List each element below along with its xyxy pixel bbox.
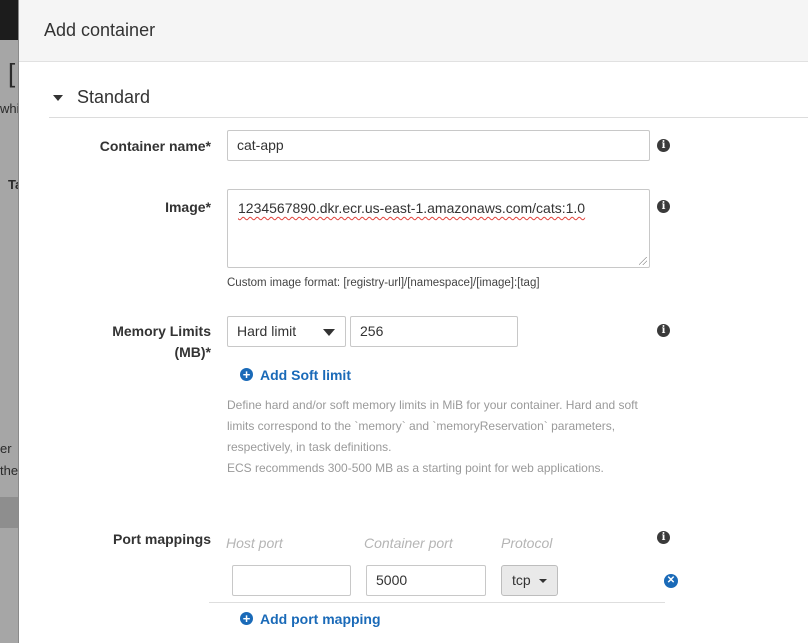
remove-port-mapping-icon[interactable]: ✕ [664, 574, 678, 588]
container-port-header: Container port [364, 535, 453, 551]
resize-handle[interactable] [639, 257, 647, 265]
memory-help-text: Define hard and/or soft memory limits in… [227, 395, 638, 479]
port-mappings-label: Port mappings [112, 531, 211, 547]
background-text: whi [0, 101, 18, 116]
caret-down-icon [53, 95, 63, 101]
add-port-mapping-label: Add port mapping [260, 611, 381, 627]
background-text: er [0, 441, 12, 456]
info-icon[interactable]: i [657, 200, 670, 213]
background-text: Ta [8, 177, 18, 192]
modal-title: Add container [19, 0, 808, 62]
info-icon[interactable]: i [657, 139, 670, 152]
container-name-input[interactable]: cat-app [227, 130, 650, 161]
help-line: respectively, in task definitions. [227, 440, 392, 454]
caret-down-icon [539, 579, 547, 583]
background-text: the [0, 463, 18, 478]
image-textarea[interactable]: 1234567890.dkr.ecr.us-east-1.amazonaws.c… [227, 189, 650, 268]
memory-limits-label-unit: (MB)* [174, 344, 211, 360]
protocol-header: Protocol [501, 535, 553, 551]
host-port-header: Host port [226, 535, 283, 551]
standard-section-toggle[interactable]: Standard [49, 85, 808, 118]
image-label: Image* [165, 199, 211, 215]
limit-type-value: Hard limit [237, 323, 297, 339]
add-container-modal: Add container Standard Container name* c… [18, 0, 808, 643]
image-format-hint: Custom image format: [registry-url]/[nam… [227, 277, 540, 289]
protocol-dropdown[interactable]: tcp [501, 565, 558, 596]
background-topbar [0, 0, 18, 40]
info-icon[interactable]: i [657, 324, 670, 337]
memory-limits-label: Memory Limits [112, 323, 211, 339]
background-text: [ [8, 58, 16, 88]
host-port-input[interactable] [232, 565, 351, 596]
image-value: 1234567890.dkr.ecr.us-east-1.amazonaws.c… [238, 200, 586, 216]
info-icon[interactable]: i [657, 531, 670, 544]
help-line: limits correspond to the `memory` and `m… [227, 419, 616, 433]
plus-circle-icon: + [240, 368, 253, 381]
protocol-value: tcp [512, 572, 531, 588]
add-soft-limit-label: Add Soft limit [260, 367, 351, 383]
row-divider [209, 602, 665, 603]
memory-limit-input[interactable]: 256 [350, 316, 518, 347]
container-name-label: Container name* [99, 138, 211, 154]
section-title: Standard [77, 87, 151, 107]
help-line: Define hard and/or soft memory limits in… [227, 398, 638, 412]
help-line: ECS recommends 300-500 MB as a starting … [227, 461, 604, 475]
background-page: [ whi Ta er the [0, 0, 18, 643]
chevron-down-icon [323, 329, 335, 336]
plus-circle-icon: + [240, 612, 253, 625]
background-band [0, 497, 18, 528]
container-port-input[interactable]: 5000 [366, 565, 486, 596]
limit-type-select[interactable]: Hard limit [227, 316, 346, 347]
